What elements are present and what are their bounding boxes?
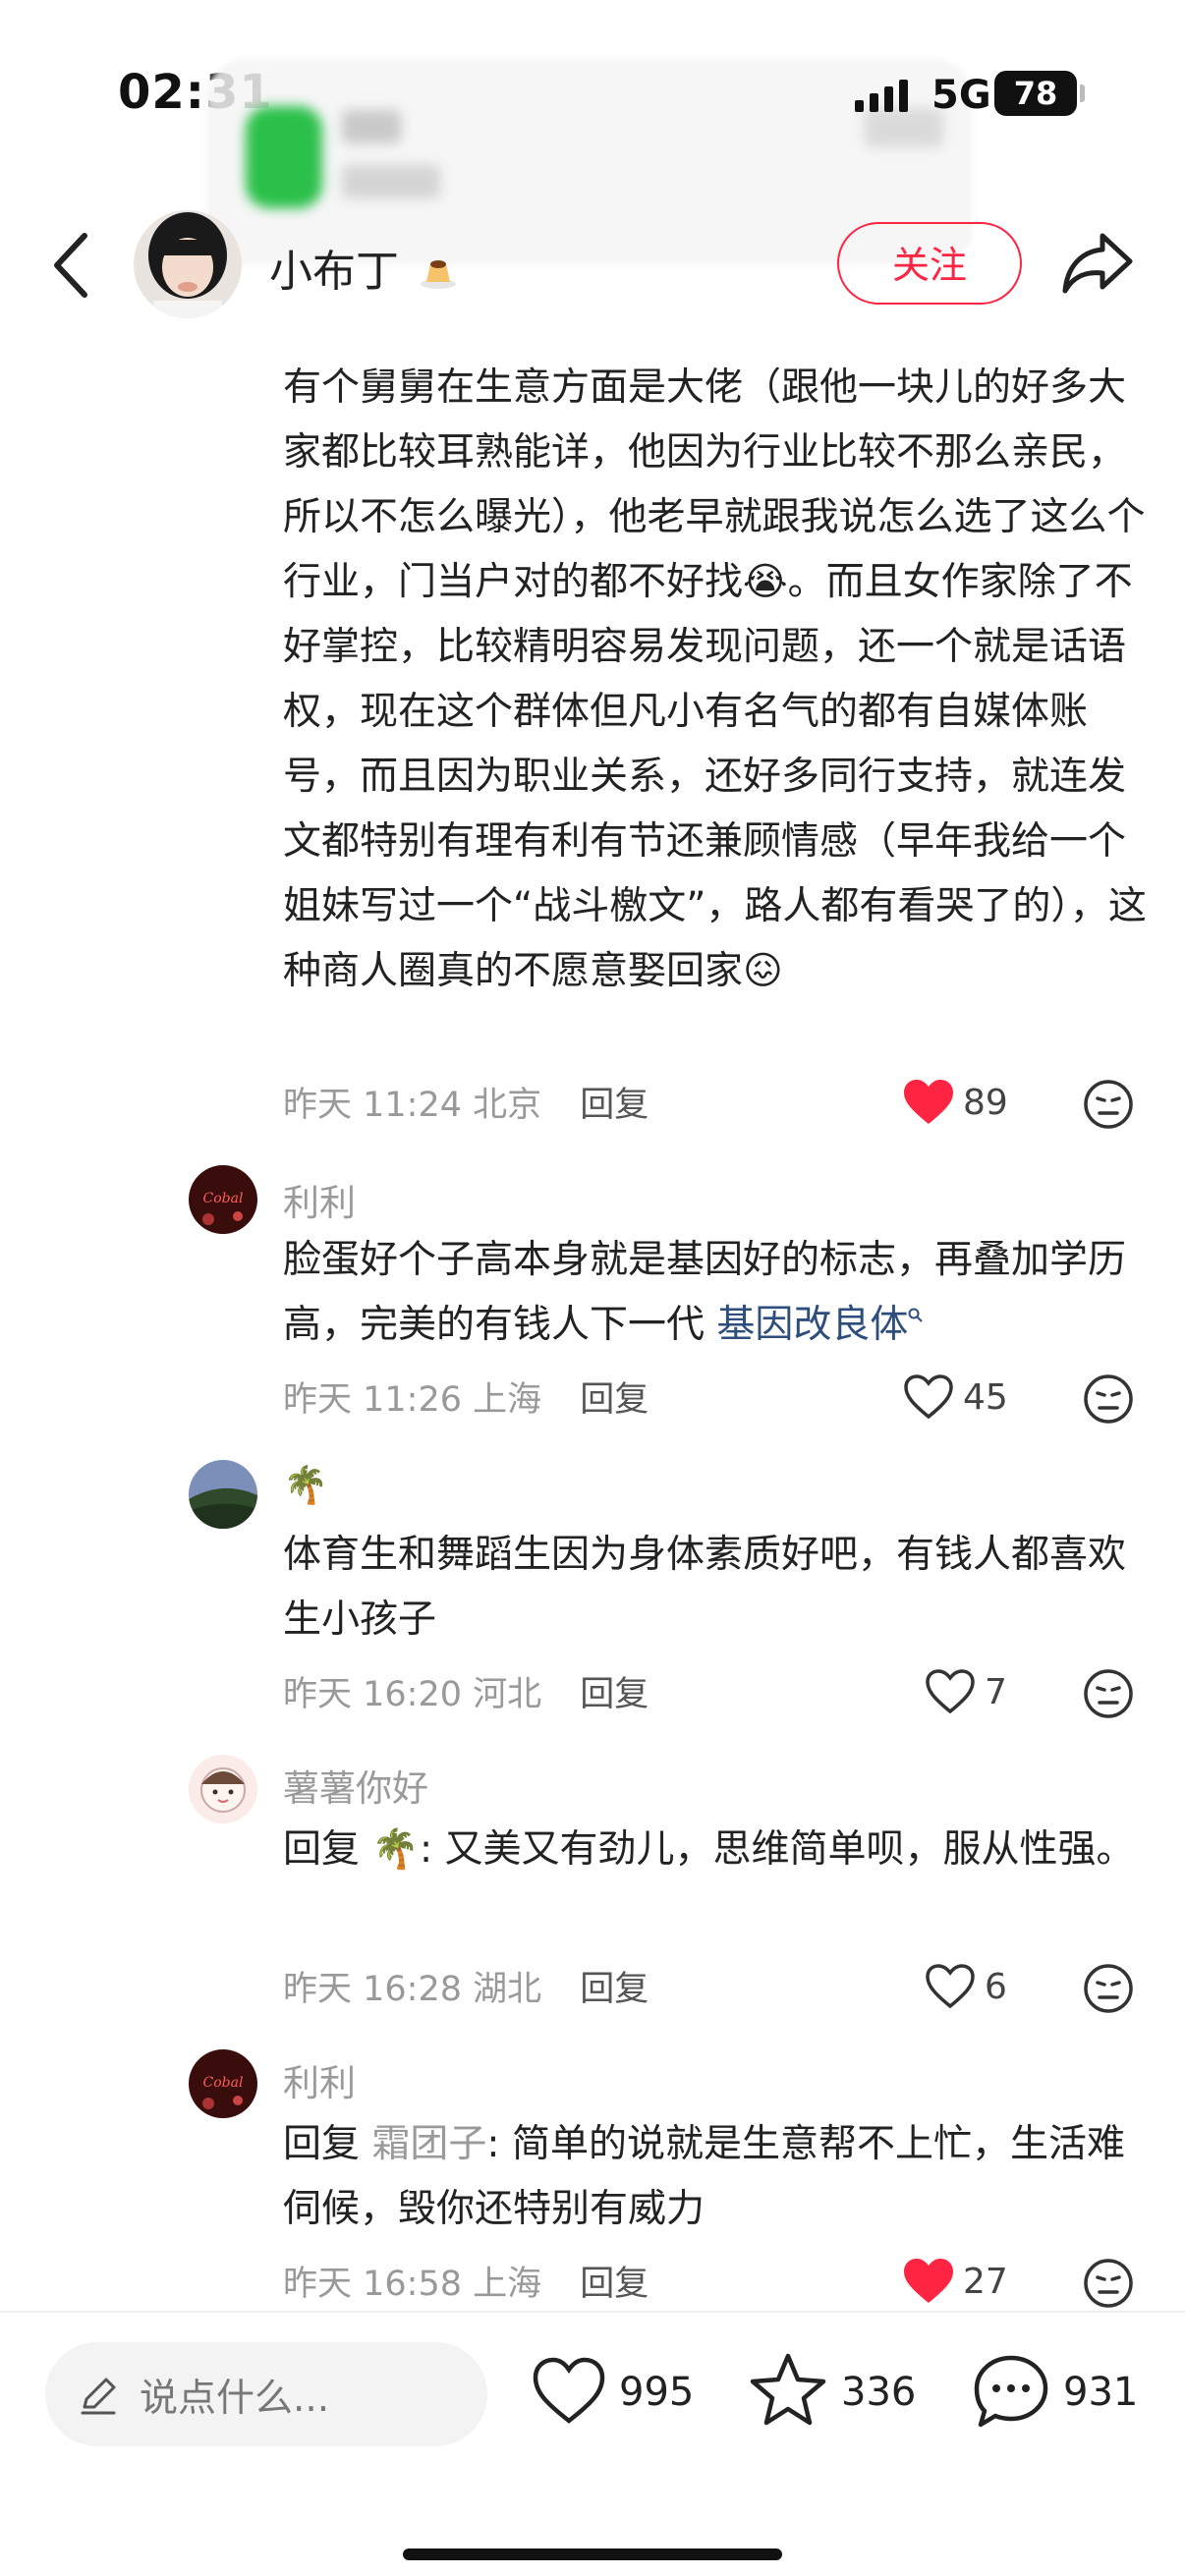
search-tag-link[interactable]: 基因改良体 — [716, 1303, 924, 1347]
reply-button[interactable]: 回复 — [580, 1380, 649, 1420]
like-outline-icon[interactable] — [531, 2356, 607, 2427]
comment-meta: 昨天 16:20 河北 回复 — [283, 1666, 649, 1716]
comment-username[interactable]: 薯薯你好 — [283, 1759, 428, 1812]
comment-text-body: 脸蛋好个子高本身就是基因好的标志，再叠加学历高，完美的有钱人下一代 — [283, 1238, 1127, 1347]
author-name[interactable]: 小布丁 — [269, 236, 458, 299]
reply-button[interactable]: 回复 — [580, 1970, 649, 2009]
reply-button[interactable]: 回复 — [580, 1675, 649, 1714]
comment-text: 回复 霜团子: 简单的说就是生意帮不上忙，生活难伺候，毁你还特别有威力 — [283, 2112, 1148, 2242]
like-count: 27 — [963, 2262, 1008, 2302]
comment-input-placeholder: 说点什么... — [140, 2377, 330, 2421]
like-outline-icon[interactable] — [924, 1668, 977, 1715]
wechat-icon — [246, 106, 322, 208]
notification-subtitle — [342, 165, 440, 198]
notification-title — [342, 110, 401, 143]
share-icon[interactable] — [1061, 230, 1134, 295]
comment-username[interactable]: 利利 — [283, 2053, 356, 2106]
comment-time: 昨天 16:58 上海 — [283, 2265, 542, 2304]
battery-indicator: 78 — [994, 71, 1085, 116]
like-count: 89 — [963, 1083, 1008, 1123]
dislike-face-icon[interactable] — [1083, 1963, 1134, 2014]
comment-text: 脸蛋好个子高本身就是基因好的标志，再叠加学历高，完美的有钱人下一代 基因改良体 — [283, 1228, 1148, 1358]
comment-time: 昨天 11:26 上海 — [283, 1380, 542, 1420]
dislike-face-icon[interactable] — [1083, 1079, 1134, 1130]
reply-button[interactable]: 回复 — [580, 1086, 649, 1125]
comment-time: 昨天 16:20 河北 — [283, 1675, 542, 1714]
like-filled-icon[interactable] — [902, 1079, 955, 1126]
like-count: 45 — [963, 1377, 1008, 1418]
bottom-bar-divider — [0, 2311, 1185, 2313]
reply-button[interactable]: 回复 — [580, 2265, 649, 2304]
like-count: 6 — [985, 1967, 1007, 2007]
comment-meta: 昨天 11:26 上海 回复 — [283, 1372, 649, 1422]
post-star-count: 336 — [841, 2370, 917, 2415]
reply-target-name[interactable]: 霜团子 — [371, 2122, 486, 2166]
like-outline-icon[interactable] — [924, 1963, 977, 2010]
pudding-icon — [421, 260, 456, 289]
reply-target-name[interactable]: 🌴 — [371, 1827, 420, 1872]
comment-text-body: : 又美又有劲儿，思维简单呗，服从性强。 — [419, 1827, 1135, 1872]
search-tag-text: 基因改良体 — [716, 1303, 909, 1347]
search-icon — [908, 1308, 924, 1322]
comment-time: 昨天 11:24 北京 — [283, 1086, 542, 1125]
back-arrow-icon[interactable] — [45, 228, 100, 303]
svg-text:Cobal: Cobal — [203, 1191, 244, 1206]
comment-meta: 昨天 16:58 上海 回复 — [283, 2256, 649, 2306]
comment-text: 有个舅舅在生意方面是大佬（跟他一块儿的好多大家都比较耳熟能详，他因为行业比较不那… — [283, 365, 1147, 993]
like-outline-icon[interactable] — [902, 1373, 955, 1421]
user-avatar[interactable]: Cobal — [189, 2049, 257, 2118]
user-avatar[interactable] — [189, 1460, 257, 1529]
pencil-icon — [81, 2378, 116, 2415]
reply-prefix: 回复 — [283, 2122, 372, 2166]
comment-text: 回复 🌴: 又美又有劲儿，思维简单呗，服从性强。 — [283, 1818, 1148, 1882]
post-comment-count: 931 — [1063, 2370, 1139, 2415]
user-avatar[interactable]: Cobal — [189, 1165, 257, 1234]
signal-icon — [855, 80, 908, 112]
author-avatar[interactable] — [134, 210, 242, 318]
svg-text:Cobal: Cobal — [203, 2075, 244, 2091]
comment-time: 昨天 16:28 湖北 — [283, 1970, 542, 2009]
comment-text: 体育生和舞蹈生因为身体素质好吧，有钱人都喜欢生小孩子 — [283, 1533, 1127, 1642]
comment-bubble-icon[interactable] — [971, 2352, 1051, 2431]
home-indicator[interactable] — [403, 2548, 782, 2560]
user-avatar[interactable] — [189, 1755, 257, 1823]
like-count: 7 — [985, 1672, 1007, 1712]
post-like-count: 995 — [619, 2370, 695, 2415]
dislike-face-icon[interactable] — [1083, 1373, 1134, 1425]
network-type: 5G — [931, 73, 991, 118]
comment-username[interactable]: 🌴 — [283, 1464, 328, 1507]
star-icon[interactable] — [747, 2350, 829, 2429]
comment-username[interactable]: 利利 — [283, 1173, 356, 1226]
reply-prefix: 回复 — [283, 1827, 372, 1872]
comment-meta: 昨天 16:28 湖北 回复 — [283, 1961, 649, 2011]
dislike-face-icon[interactable] — [1083, 2258, 1134, 2309]
follow-button[interactable]: 关注 — [837, 222, 1022, 305]
author-name-text: 小布丁 — [269, 247, 399, 297]
comment-meta: 昨天 11:24 北京 回复 — [283, 1077, 649, 1127]
like-filled-icon[interactable] — [902, 2258, 955, 2305]
dislike-face-icon[interactable] — [1083, 1668, 1134, 1719]
